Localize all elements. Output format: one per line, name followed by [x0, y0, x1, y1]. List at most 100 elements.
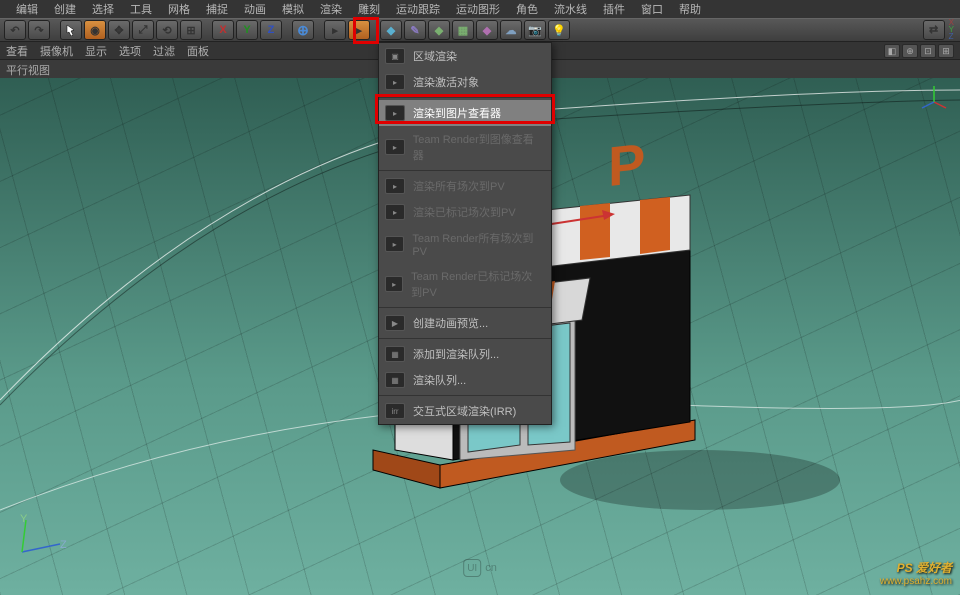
render-icon: ▸: [385, 74, 405, 90]
menu-separator: [379, 97, 551, 98]
primitive-cube[interactable]: ◆: [380, 20, 402, 40]
dropdown-item[interactable]: ▸渲染到图片查看器: [379, 100, 551, 126]
main-toolbar: ↶ ↷ ◉ ✥ ⤢ ⟲ ⊞ X Y Z ⊕ ▸ ▸ ◆ ✎ ◆ ▦ ◆ ☁ 📷 …: [0, 18, 960, 42]
redo-button[interactable]: ↷: [28, 20, 50, 40]
menu-item[interactable]: 雕刻: [350, 1, 388, 17]
dropdown-item: ▸ Team Render到图像查看器: [379, 126, 551, 168]
layout-switch[interactable]: ⇄: [923, 20, 945, 40]
menu-item[interactable]: 动画: [236, 1, 274, 17]
dropdown-item[interactable]: irr交互式区域渲染(IRR): [379, 398, 551, 424]
generator-nurbs[interactable]: ◆: [428, 20, 450, 40]
menu-bar: 编辑 创建 选择 工具 网格 捕捉 动画 模拟 渲染 雕刻 运动跟踪 运动图形 …: [0, 0, 960, 18]
render-icon: ▸: [385, 276, 403, 292]
render-icon: ▦: [385, 372, 405, 388]
undo-button[interactable]: ↶: [4, 20, 26, 40]
dropdown-item[interactable]: ▣ 区域渲染: [379, 43, 551, 69]
menu-item[interactable]: 捕捉: [198, 1, 236, 17]
render-icon: ▣: [385, 48, 405, 64]
menu-separator: [379, 170, 551, 171]
coord-system[interactable]: ⊕: [292, 20, 314, 40]
viewport-menu[interactable]: 选项: [119, 43, 141, 59]
dropdown-item[interactable]: ▦ 渲染队列...: [379, 367, 551, 393]
generator-array[interactable]: ▦: [452, 20, 474, 40]
viewport-menu[interactable]: 显示: [85, 43, 107, 59]
dropdown-item[interactable]: ▶创建动画预览...: [379, 310, 551, 336]
render-picture-viewer-button[interactable]: ▸: [348, 20, 370, 40]
dropdown-label: 渲染已标记场次到PV: [413, 204, 516, 220]
dropdown-label: Team Render所有场次到PV: [412, 230, 543, 258]
viewport-toggle-icon[interactable]: ⊞: [938, 44, 954, 58]
dropdown-label: 渲染队列...: [413, 372, 466, 388]
rotate-tool[interactable]: ⟲: [156, 20, 178, 40]
axis-origin-indicator: Z Y: [10, 512, 70, 565]
render-icon: ▸: [385, 105, 405, 121]
dropdown-item[interactable]: ▦ 添加到渲染队列...: [379, 341, 551, 367]
live-select-tool[interactable]: ◉: [84, 20, 106, 40]
render-icon: ▸: [385, 204, 405, 220]
render-dropdown-menu: ▣区域渲染▸渲染激活对象▸渲染到图片查看器▸Team Render到图像查看器▸…: [378, 42, 552, 425]
environment[interactable]: ☁: [500, 20, 522, 40]
menu-separator: [379, 338, 551, 339]
viewport-toggle-icon[interactable]: ◧: [884, 44, 900, 58]
select-tool[interactable]: [60, 20, 82, 40]
menu-item[interactable]: 角色: [508, 1, 546, 17]
render-icon: ▦: [385, 346, 405, 362]
dropdown-label: 渲染激活对象: [413, 74, 479, 90]
axis-y-toggle[interactable]: Y: [236, 20, 258, 40]
render-icon: ▶: [385, 315, 405, 331]
deformer[interactable]: ◆: [476, 20, 498, 40]
viewport-menu[interactable]: 过滤: [153, 43, 175, 59]
menu-separator: [379, 395, 551, 396]
render-icon: ▸: [385, 178, 405, 194]
menu-item[interactable]: 运动图形: [448, 1, 508, 17]
menu-item[interactable]: 运动跟踪: [388, 1, 448, 17]
viewport-corner-icons: ◧ ⊕ ⊡ ⊞: [884, 44, 954, 58]
menu-item[interactable]: 工具: [122, 1, 160, 17]
dropdown-item: ▸ 渲染所有场次到PV: [379, 173, 551, 199]
dropdown-item: ▸ Team Render已标记场次到PV: [379, 263, 551, 305]
dropdown-label: 添加到渲染队列...: [413, 346, 499, 362]
menu-item[interactable]: 窗口: [633, 1, 671, 17]
watermark-right: PS 爱好者 www.psahz.com: [880, 559, 952, 587]
dropdown-item: ▸ 渲染已标记场次到PV: [379, 199, 551, 225]
dropdown-item: ▸ Team Render所有场次到PV: [379, 225, 551, 263]
dropdown-label: 区域渲染: [413, 48, 457, 64]
axis-x-toggle[interactable]: X: [212, 20, 234, 40]
dropdown-label: Team Render到图像查看器: [413, 131, 543, 163]
camera[interactable]: 📷: [524, 20, 546, 40]
menu-item[interactable]: 创建: [46, 1, 84, 17]
svg-text:Z: Z: [60, 539, 67, 551]
svg-text:Y: Y: [20, 513, 28, 525]
dropdown-label: 渲染所有场次到PV: [413, 178, 505, 194]
watermark-center: UIcn: [463, 559, 497, 577]
render-icon: ▸: [385, 139, 405, 155]
viewport-menu[interactable]: 查看: [6, 43, 28, 59]
axis-z-toggle[interactable]: Z: [260, 20, 282, 40]
menu-item[interactable]: 网格: [160, 1, 198, 17]
viewport-menu[interactable]: 摄像机: [40, 43, 73, 59]
dropdown-item[interactable]: ▸ 渲染激活对象: [379, 69, 551, 95]
toolbar-right-icons: ⇄ XYZ: [923, 19, 954, 40]
scale-tool[interactable]: ⤢: [132, 20, 154, 40]
menu-item[interactable]: 模拟: [274, 1, 312, 17]
menu-item[interactable]: 选择: [84, 1, 122, 17]
viewport-toggle-icon[interactable]: ⊡: [920, 44, 936, 58]
menu-item[interactable]: 插件: [595, 1, 633, 17]
render-icon: ▸: [385, 236, 404, 252]
axis-navigator[interactable]: [918, 82, 950, 114]
viewport-menu[interactable]: 面板: [187, 43, 209, 59]
render-view-button[interactable]: ▸: [324, 20, 346, 40]
menu-item[interactable]: 流水线: [546, 1, 595, 17]
menu-separator: [379, 307, 551, 308]
menu-item[interactable]: 渲染: [312, 1, 350, 17]
sign-letter: P: [608, 131, 645, 198]
spline-pen[interactable]: ✎: [404, 20, 426, 40]
render-icon: irr: [385, 403, 405, 419]
viewport-toggle-icon[interactable]: ⊕: [902, 44, 918, 58]
dropdown-label: Team Render已标记场次到PV: [411, 268, 543, 300]
menu-item[interactable]: 帮助: [671, 1, 709, 17]
move-tool[interactable]: ✥: [108, 20, 130, 40]
light[interactable]: 💡: [548, 20, 570, 40]
menu-item[interactable]: 编辑: [8, 1, 46, 17]
recent-tool[interactable]: ⊞: [180, 20, 202, 40]
